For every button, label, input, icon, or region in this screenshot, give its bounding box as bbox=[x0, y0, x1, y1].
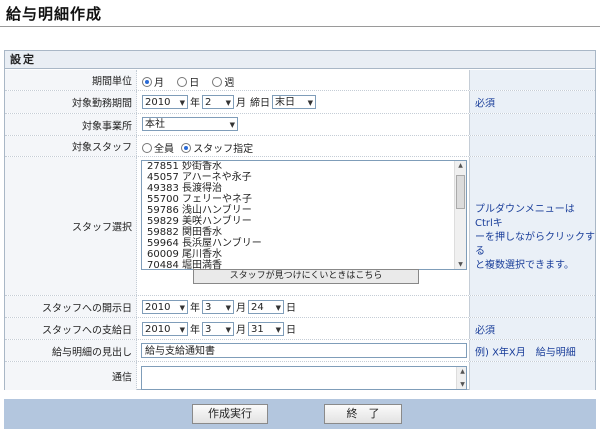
staff-select-label: スタッフ選択 bbox=[72, 222, 132, 234]
scroll-up-icon[interactable]: ▲ bbox=[455, 162, 466, 169]
multi-select-hint: プルダウンメニューは Ctrlキ ーを押しながらクリックする と複数選択できます… bbox=[475, 204, 595, 271]
chevron-down-icon: ▼ bbox=[179, 98, 185, 107]
period-unit-radios: 月 日 週 bbox=[142, 74, 234, 89]
title-divider bbox=[0, 26, 600, 27]
row-target-staff: 対象スタッフ 全員 スタッフ指定 bbox=[5, 136, 595, 157]
footer-bar: 作成実行 終 了 bbox=[4, 399, 596, 429]
radio-specify-staff[interactable]: スタッフ指定 bbox=[181, 143, 253, 155]
row-open-date: スタッフへの開示日 2010 ▼ 年 3 ▼ 月 24 ▼ 日 bbox=[5, 296, 595, 318]
chevron-down-icon: ▼ bbox=[225, 325, 231, 334]
target-month-select[interactable]: 2 ▼ bbox=[202, 94, 234, 109]
list-item[interactable]: 59829 美咲ハンブリー bbox=[142, 216, 466, 227]
chevron-down-icon: ▼ bbox=[307, 98, 313, 107]
target-staff-radios: 全員 スタッフ指定 bbox=[142, 140, 253, 155]
pay-month-select[interactable]: 3 ▼ bbox=[202, 321, 234, 336]
textarea-scrollbar[interactable]: ▲ ▼ bbox=[456, 367, 466, 389]
row-message: 通信 ▲ ▼ bbox=[5, 362, 595, 390]
message-label: 通信 bbox=[112, 372, 132, 384]
target-period-controls: 2010 ▼ 年 2 ▼ 月締日 末日 ▼ bbox=[142, 94, 316, 109]
radio-week[interactable]: 週 bbox=[212, 77, 234, 89]
pay-day-select[interactable]: 31 ▼ bbox=[248, 321, 284, 336]
open-date-controls: 2010 ▼ 年 3 ▼ 月 24 ▼ 日 bbox=[142, 299, 298, 314]
office-select[interactable]: 本社 ▼ bbox=[142, 117, 238, 131]
pay-date-controls: 2010 ▼ 年 3 ▼ 月 31 ▼ 日 bbox=[142, 321, 298, 336]
chevron-down-icon: ▼ bbox=[225, 98, 231, 107]
listbox-scrollbar[interactable]: ▲ ▼ bbox=[454, 161, 466, 269]
scroll-thumb[interactable] bbox=[456, 175, 465, 209]
scroll-down-icon[interactable]: ▼ bbox=[455, 261, 466, 268]
find-staff-button[interactable]: スタッフが見つけにくいときはこちら bbox=[193, 269, 419, 284]
list-item[interactable]: 27851 妙街香水 bbox=[142, 161, 466, 172]
page-title: 給与明細作成 bbox=[6, 5, 103, 23]
required-note: 必須 bbox=[475, 325, 495, 336]
chevron-down-icon: ▼ bbox=[179, 325, 185, 334]
scroll-down-icon[interactable]: ▼ bbox=[457, 381, 468, 388]
radio-all-staff-button[interactable] bbox=[142, 143, 152, 153]
radio-day-button[interactable] bbox=[177, 77, 188, 87]
chevron-down-icon: ▼ bbox=[225, 303, 231, 312]
staff-listbox[interactable]: 27851 妙街香水 45057 アハーネや永子 49383 長渡得治 5570… bbox=[141, 160, 467, 270]
list-item[interactable]: 45057 アハーネや永子 bbox=[142, 172, 466, 183]
message-textarea[interactable]: ▲ ▼ bbox=[141, 366, 467, 390]
target-period-label: 対象勤務期間 bbox=[72, 98, 132, 110]
heading-example: 例) X年X月 給与明細 bbox=[475, 347, 576, 358]
open-year-select[interactable]: 2010 ▼ bbox=[142, 299, 188, 314]
heading-label: 給与明細の見出し bbox=[52, 347, 132, 358]
row-target-period: 対象勤務期間 2010 ▼ 年 2 ▼ 月締日 末日 ▼ 必須 bbox=[5, 91, 595, 114]
list-item[interactable]: 49383 長渡得治 bbox=[142, 183, 466, 194]
row-heading: 給与明細の見出し 給与支給通知書 例) X年X月 給与明細 bbox=[5, 340, 595, 362]
closing-day-select[interactable]: 末日 ▼ bbox=[272, 94, 316, 109]
chevron-down-icon: ▼ bbox=[275, 303, 281, 312]
radio-specify-staff-button[interactable] bbox=[181, 143, 192, 153]
list-item[interactable]: 60009 尾川香水 bbox=[142, 249, 466, 260]
target-staff-label: 対象スタッフ bbox=[72, 142, 132, 154]
end-button[interactable]: 終 了 bbox=[324, 404, 402, 424]
closing-label: 締日 bbox=[250, 98, 270, 109]
radio-day[interactable]: 日 bbox=[177, 77, 199, 89]
open-date-label: スタッフへの開示日 bbox=[42, 303, 132, 314]
list-item[interactable]: 55700 フェリーやネ子 bbox=[142, 194, 466, 205]
heading-input[interactable]: 給与支給通知書 bbox=[141, 343, 467, 358]
chevron-down-icon: ▼ bbox=[179, 303, 185, 312]
settings-panel: 設定 期間単位 月 日 週 対象勤務期間 2010 ▼ 年 2 ▼ 月締日 末日 ▼ 必須 対… bbox=[4, 50, 596, 390]
radio-week-button[interactable] bbox=[212, 77, 223, 87]
chevron-down-icon: ▼ bbox=[229, 121, 235, 129]
section-title: 設定 bbox=[5, 51, 595, 69]
radio-month[interactable]: 月 bbox=[142, 77, 164, 89]
row-staff-select: スタッフ選択 27851 妙街香水 45057 アハーネや永子 49383 長渡… bbox=[5, 157, 595, 296]
list-item[interactable]: 59964 長浜屋ハンブリー bbox=[142, 238, 466, 249]
open-month-select[interactable]: 3 ▼ bbox=[202, 299, 234, 314]
run-button[interactable]: 作成実行 bbox=[192, 404, 268, 424]
pay-year-select[interactable]: 2010 ▼ bbox=[142, 321, 188, 336]
radio-all-staff[interactable]: 全員 bbox=[142, 143, 174, 155]
radio-month-button[interactable] bbox=[142, 77, 152, 87]
target-year-select[interactable]: 2010 ▼ bbox=[142, 94, 188, 109]
list-item[interactable]: 59786 浅山ハンブリー bbox=[142, 205, 466, 216]
period-unit-label: 期間単位 bbox=[92, 76, 132, 88]
note-cell-empty bbox=[469, 70, 595, 90]
row-period-unit: 期間単位 月 日 週 bbox=[5, 70, 595, 91]
scroll-up-icon[interactable]: ▲ bbox=[457, 368, 468, 375]
open-day-select[interactable]: 24 ▼ bbox=[248, 299, 284, 314]
required-note: 必須 bbox=[475, 98, 495, 110]
office-label: 対象事業所 bbox=[82, 121, 132, 132]
chevron-down-icon: ▼ bbox=[275, 325, 281, 334]
list-item[interactable]: 59882 関田香水 bbox=[142, 227, 466, 238]
row-office: 対象事業所 本社 ▼ bbox=[5, 114, 595, 136]
row-pay-date: スタッフへの支給日 2010 ▼ 年 3 ▼ 月 31 ▼ 日 必須 bbox=[5, 318, 595, 340]
pay-date-label: スタッフへの支給日 bbox=[42, 325, 132, 336]
